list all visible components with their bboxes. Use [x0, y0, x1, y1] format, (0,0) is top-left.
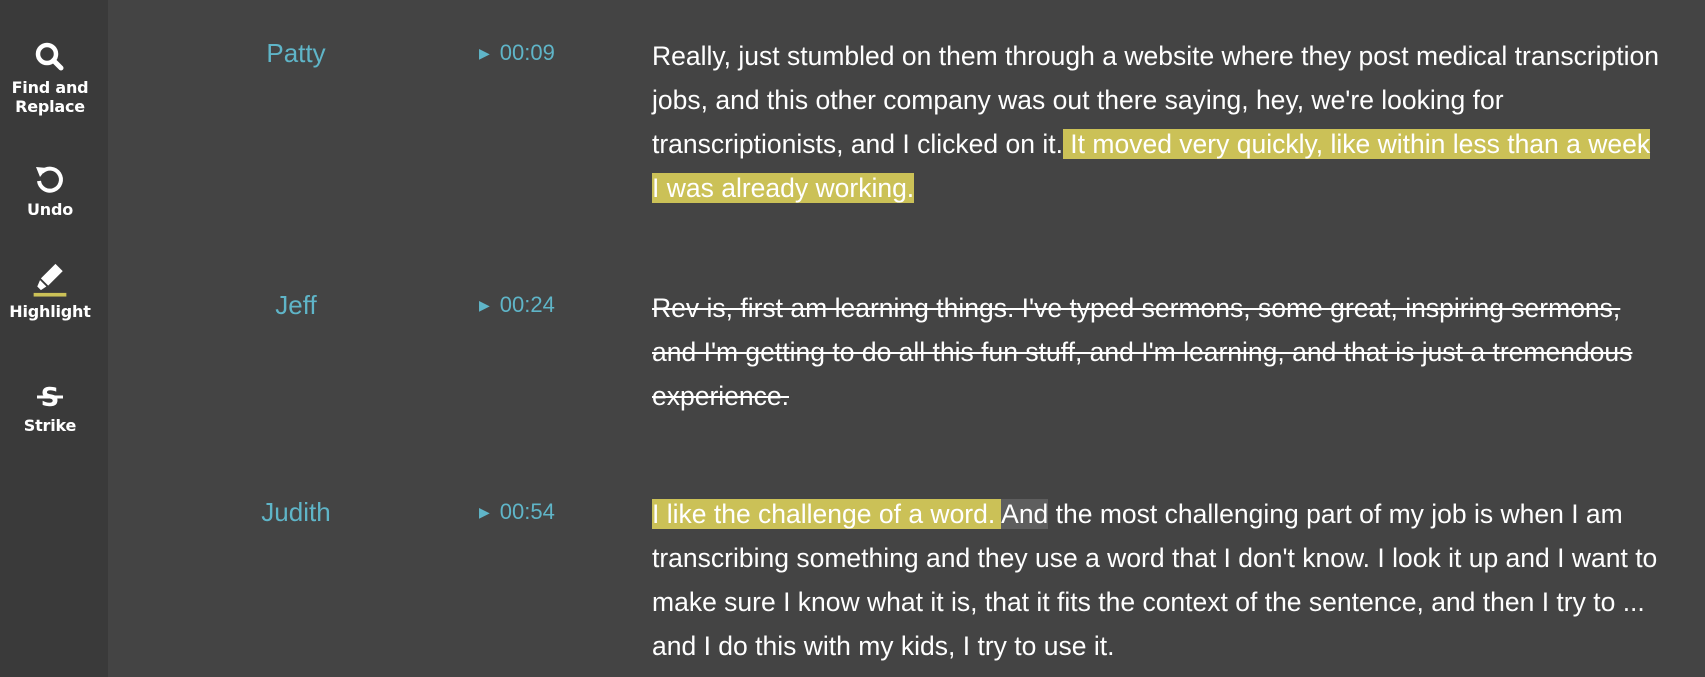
toolbar: Find and Replace Undo Highlight S Strike — [0, 0, 108, 677]
struck-text: Rev is, first am learning things. I've t… — [652, 293, 1633, 411]
timestamp-button[interactable]: ▶ 00:24 — [479, 292, 555, 318]
selected-text: And — [1001, 499, 1049, 529]
find-replace-button[interactable]: Find and Replace — [0, 38, 100, 116]
highlighted-text: I like the challenge of a word. — [652, 499, 1002, 529]
play-icon: ▶ — [479, 503, 490, 520]
timestamp-button[interactable]: ▶ 00:09 — [479, 40, 555, 66]
strikethrough-icon: S — [37, 383, 63, 413]
undo-label: Undo — [26, 200, 74, 219]
transcript-paragraph[interactable]: I like the challenge of a word. And the … — [652, 492, 1662, 668]
transcript-paragraph[interactable]: Rev is, first am learning things. I've t… — [652, 286, 1662, 418]
timestamp-button[interactable]: ▶ 00:54 — [479, 499, 555, 525]
speaker-name[interactable]: Patty — [196, 38, 396, 69]
strike-label: Strike — [23, 416, 77, 435]
highlight-label: Highlight — [9, 302, 91, 321]
undo-icon — [36, 166, 63, 193]
play-icon: ▶ — [479, 44, 490, 61]
speaker-name[interactable]: Judith — [196, 497, 396, 528]
timestamp-label: 00:54 — [499, 499, 555, 524]
play-icon: ▶ — [479, 296, 490, 313]
strike-button[interactable]: S Strike — [0, 376, 100, 435]
find-replace-label: Find and Replace — [11, 78, 89, 116]
highlighter-icon — [33, 263, 67, 297]
timestamp-label: 00:24 — [499, 292, 555, 317]
timestamp-label: 00:09 — [499, 40, 555, 65]
search-icon — [35, 42, 64, 71]
highlight-button[interactable]: Highlight — [0, 262, 100, 321]
undo-button[interactable]: Undo — [0, 160, 100, 219]
transcript-paragraph[interactable]: Really, just stumbled on them through a … — [652, 34, 1662, 210]
speaker-name[interactable]: Jeff — [196, 290, 396, 321]
